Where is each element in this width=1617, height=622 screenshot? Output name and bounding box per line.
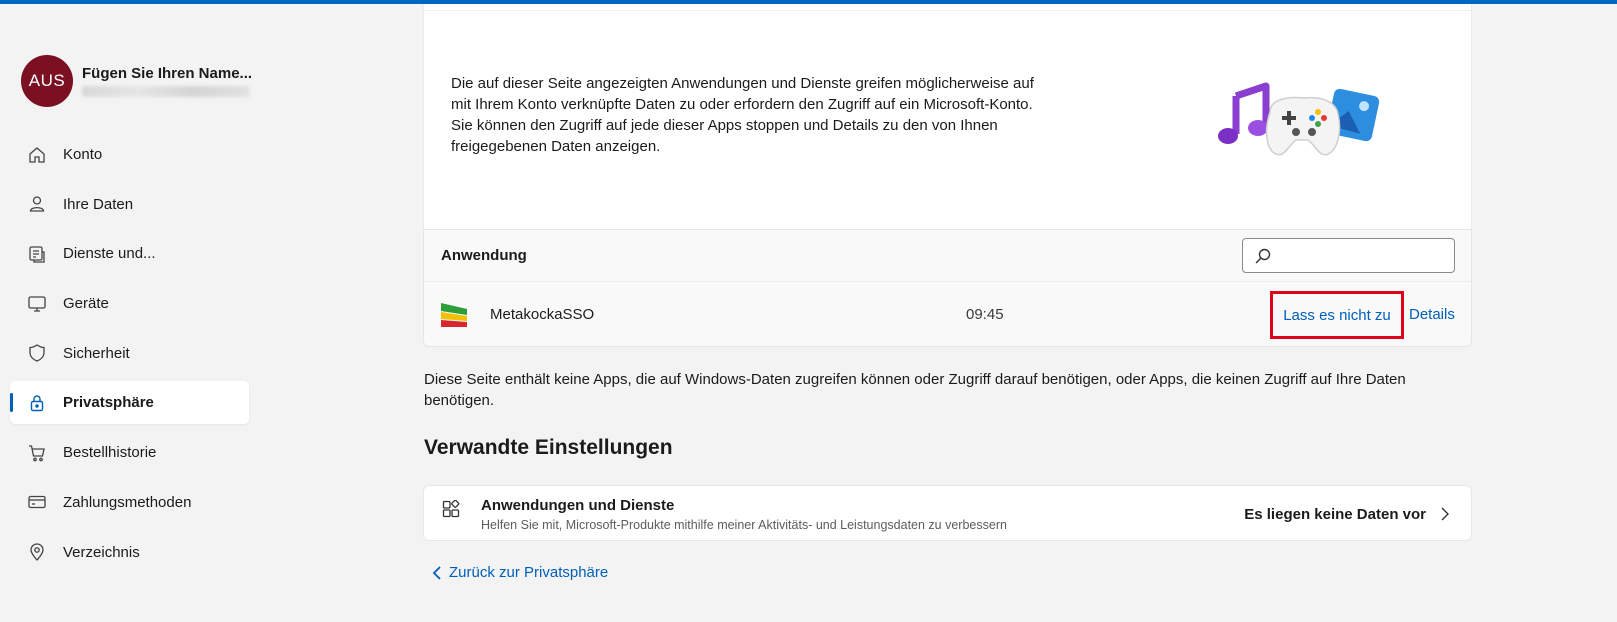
cart-icon	[29, 444, 45, 461]
search-box[interactable]	[1242, 238, 1455, 273]
apps-illustration-icon	[1218, 82, 1380, 156]
search-icon	[1255, 248, 1271, 264]
home-icon	[29, 146, 45, 163]
sidebar-item-label: Ihre Daten	[63, 195, 134, 213]
sidebar-item-privatsphaere[interactable]: Privatsphäre	[10, 381, 249, 425]
column-header-application: Anwendung	[441, 247, 527, 264]
sidebar-item-label: Geräte	[63, 295, 109, 313]
divider	[424, 10, 1471, 11]
sidebar-item-konto[interactable]: Konto	[10, 133, 249, 176]
sidebar-item-sicherheit[interactable]: Sicherheit	[10, 332, 249, 375]
sidebar-item-label: Konto	[63, 146, 103, 163]
chevron-right-icon	[1441, 507, 1449, 521]
app-access-time: 09:45	[966, 306, 1004, 323]
details-link[interactable]: Details	[1409, 306, 1455, 323]
related-setting-title: Anwendungen und Dienste	[481, 497, 675, 514]
sidebar-item-geraete[interactable]: Geräte	[10, 282, 249, 325]
person-icon	[29, 196, 45, 212]
services-icon	[29, 246, 45, 263]
sidebar-item-verzeichnis[interactable]: Verzeichnis	[10, 531, 249, 574]
related-settings-heading: Verwandte Einstellungen	[424, 436, 673, 459]
table-row: MetakockaSSO 09:45 Lass es nicht zu Deta…	[424, 282, 1471, 348]
profile-email-redacted	[82, 86, 250, 97]
applications-table: Anwendung MetakockaSSO 09:45 Lass es nic…	[423, 229, 1472, 347]
sidebar-item-label: Sicherheit	[63, 344, 130, 362]
back-link-label: Zurück zur Privatsphäre	[449, 564, 609, 581]
profile-header[interactable]: AUS Fügen Sie Ihren Name...	[21, 55, 252, 107]
apps-grid-icon	[442, 500, 460, 518]
search-input[interactable]	[1283, 245, 1443, 267]
sidebar-item-dienste[interactable]: Dienste und...	[10, 232, 249, 275]
related-setting-status: Es liegen keine Daten vor	[1244, 506, 1426, 523]
sidebar-item-label: Zahlungsmethoden	[63, 493, 192, 511]
sidebar-nav: Konto Ihre Daten Dienste und... Geräte S…	[10, 133, 249, 580]
sidebar-item-zahlungsmethoden[interactable]: Zahlungsmethoden	[10, 481, 249, 524]
lock-icon	[30, 395, 44, 412]
related-setting-subtitle: Helfen Sie mit, Microsoft-Produkte mithi…	[481, 518, 1007, 532]
back-to-privacy-link[interactable]: Zurück zur Privatsphäre	[432, 564, 608, 581]
sidebar-item-label: Verzeichnis	[63, 543, 140, 561]
sidebar-item-bestellhistorie[interactable]: Bestellhistorie	[10, 431, 249, 474]
card-icon	[28, 496, 46, 509]
shield-icon	[29, 344, 45, 362]
metakocka-app-icon	[441, 303, 467, 327]
sidebar-item-label: Dienste und...	[63, 245, 156, 263]
sidebar-item-label: Bestellhistorie	[63, 444, 157, 462]
table-header: Anwendung	[424, 230, 1471, 282]
info-note: Diese Seite enthält keine Apps, die auf …	[424, 371, 1406, 409]
profile-name[interactable]: Fügen Sie Ihren Name...	[82, 65, 252, 82]
intro-card: Die auf dieser Seite angezeigten Anwendu…	[423, 4, 1472, 229]
revoke-access-button[interactable]: Lass es nicht zu	[1270, 291, 1404, 339]
app-name: MetakockaSSO	[490, 306, 595, 323]
chevron-left-icon	[432, 565, 441, 580]
sidebar-item-label: Privatsphäre	[63, 394, 154, 412]
sidebar-item-ihre-daten[interactable]: Ihre Daten	[10, 183, 249, 226]
related-setting-apps-services[interactable]: Anwendungen und Dienste Helfen Sie mit, …	[423, 485, 1472, 541]
intro-text: Die auf dieser Seite angezeigten Anwendu…	[451, 75, 1034, 155]
location-pin-icon	[30, 543, 44, 561]
avatar[interactable]: AUS	[21, 55, 73, 107]
monitor-icon	[28, 295, 46, 312]
